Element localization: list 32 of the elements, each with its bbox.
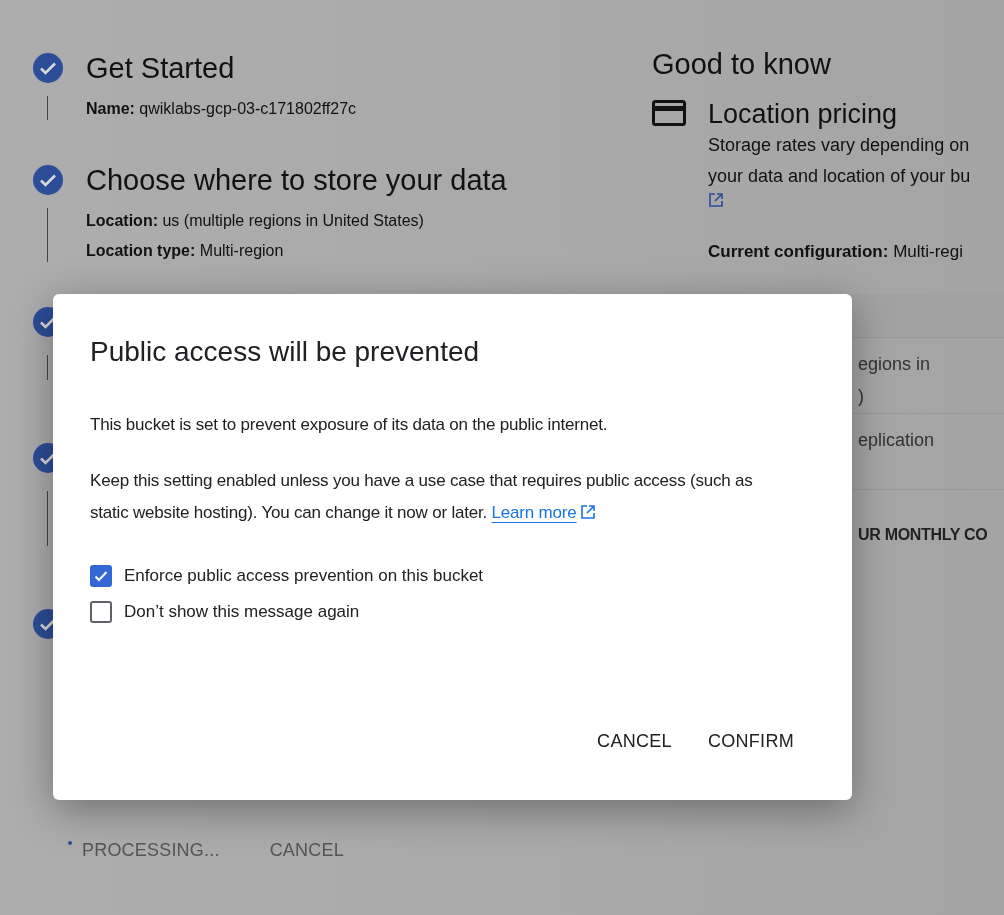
checkbox-label: Don’t show this message again bbox=[124, 602, 360, 622]
pricing-text: Storage rates vary depending on bbox=[708, 134, 971, 157]
current-configuration: Current configuration: Multi-regi bbox=[708, 241, 965, 263]
section-heading: Good to know bbox=[652, 47, 832, 82]
pricing-text: your data and location of your bu bbox=[708, 165, 972, 188]
cancel-button[interactable]: CANCEL bbox=[583, 721, 686, 762]
monthly-cost-label: UR MONTHLY CO bbox=[857, 525, 989, 544]
dialog-text: Keep this setting enabled unless you have a use case that requires public access (such as static website hosting). You can change it now or later. Learn more bbox=[90, 470, 754, 524]
confirm-button[interactable]: CONFIRM bbox=[693, 721, 808, 762]
checkbox-label: Enforce public access prevention on this bucket bbox=[124, 566, 484, 586]
dialog-text: This bucket is set to prevent exposure of its data on the public internet. bbox=[90, 414, 609, 436]
processing-button[interactable]: PROCESSING... bbox=[66, 840, 220, 861]
cancel-button[interactable]: CANCEL bbox=[269, 840, 344, 861]
step-detail: Location type: Multi-region bbox=[86, 241, 285, 261]
learn-more-link[interactable]: Learn more bbox=[491, 503, 596, 522]
checkbox[interactable] bbox=[90, 565, 112, 587]
step-detail: Location: us (multiple regions in United States) bbox=[86, 211, 425, 231]
external-link-icon[interactable] bbox=[708, 192, 724, 208]
check-circle-icon bbox=[32, 52, 64, 84]
credit-card-icon bbox=[652, 100, 686, 126]
checkbox[interactable] bbox=[90, 601, 112, 623]
table-cell-text: ) bbox=[858, 385, 865, 408]
table-cell-text: eplication bbox=[858, 429, 936, 452]
dialog-title: Public access will be prevented bbox=[90, 335, 481, 369]
step-title: Get Started bbox=[86, 52, 236, 84]
table-cell-text: egions in bbox=[858, 353, 932, 376]
spinner-icon bbox=[66, 838, 74, 847]
step-detail: Name: qwiklabs-gcp-03-c171802ff27c bbox=[86, 99, 358, 119]
pricing-title: Location pricing bbox=[708, 98, 899, 130]
check-circle-icon bbox=[32, 164, 64, 196]
step-title: Choose where to store your data bbox=[86, 164, 508, 196]
external-link-icon[interactable] bbox=[579, 504, 596, 520]
